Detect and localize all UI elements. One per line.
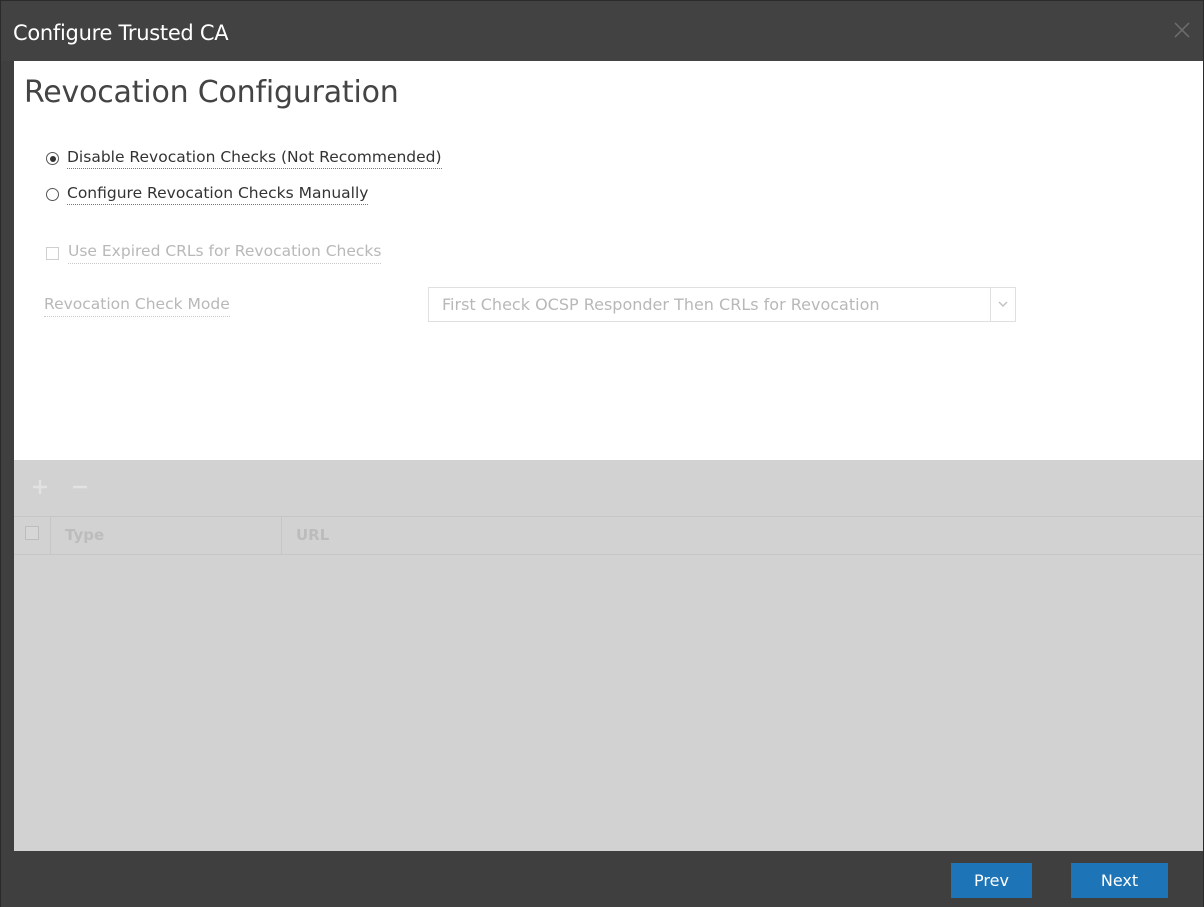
use-expired-crls-checkbox[interactable] <box>46 246 59 260</box>
column-header-url[interactable]: URL <box>282 517 1182 554</box>
chevron-down-icon <box>998 301 1008 307</box>
dialog-title: Configure Trusted CA <box>13 21 229 45</box>
dialog-titlebar: Configure Trusted CA <box>1 1 1203 61</box>
close-icon[interactable] <box>1173 21 1191 39</box>
manual-revocation-label[interactable]: Configure Revocation Checks Manually <box>67 184 369 205</box>
use-expired-crls-label: Use Expired CRLs for Revocation Checks <box>68 242 382 264</box>
revocation-check-mode-label: Revocation Check Mode <box>44 295 230 317</box>
select-all-checkbox[interactable] <box>25 526 39 540</box>
dialog-footer: Prev Next <box>1 851 1203 907</box>
disable-revocation-radio[interactable] <box>46 152 59 165</box>
manual-revocation-option[interactable]: Configure Revocation Checks Manually <box>46 184 369 205</box>
column-header-type-label: Type <box>65 526 105 544</box>
disable-revocation-option[interactable]: Disable Revocation Checks (Not Recommend… <box>46 148 442 169</box>
configure-trusted-ca-dialog: Configure Trusted CA Revocation Configur… <box>0 0 1204 907</box>
dropdown-toggle[interactable] <box>990 288 1015 321</box>
manual-revocation-radio[interactable] <box>46 188 59 201</box>
column-header-url-label: URL <box>296 526 330 544</box>
plus-icon[interactable] <box>31 478 49 496</box>
page-title: Revocation Configuration <box>24 75 399 110</box>
disable-revocation-label[interactable]: Disable Revocation Checks (Not Recommend… <box>67 148 442 169</box>
minus-icon[interactable] <box>71 478 89 496</box>
select-all-cell <box>14 517 51 554</box>
revocation-url-section: Type URL <box>14 460 1203 851</box>
revocation-check-mode-value: First Check OCSP Responder Then CRLs for… <box>442 295 880 314</box>
prev-button[interactable]: Prev <box>951 863 1032 898</box>
revocation-check-mode-select[interactable]: First Check OCSP Responder Then CRLs for… <box>428 287 1016 322</box>
column-header-type[interactable]: Type <box>51 517 282 554</box>
next-button[interactable]: Next <box>1071 863 1168 898</box>
use-expired-crls-option[interactable]: Use Expired CRLs for Revocation Checks <box>46 242 382 264</box>
url-table-header: Type URL <box>14 516 1203 555</box>
revocation-config-panel: Revocation Configuration Disable Revocat… <box>14 61 1203 460</box>
